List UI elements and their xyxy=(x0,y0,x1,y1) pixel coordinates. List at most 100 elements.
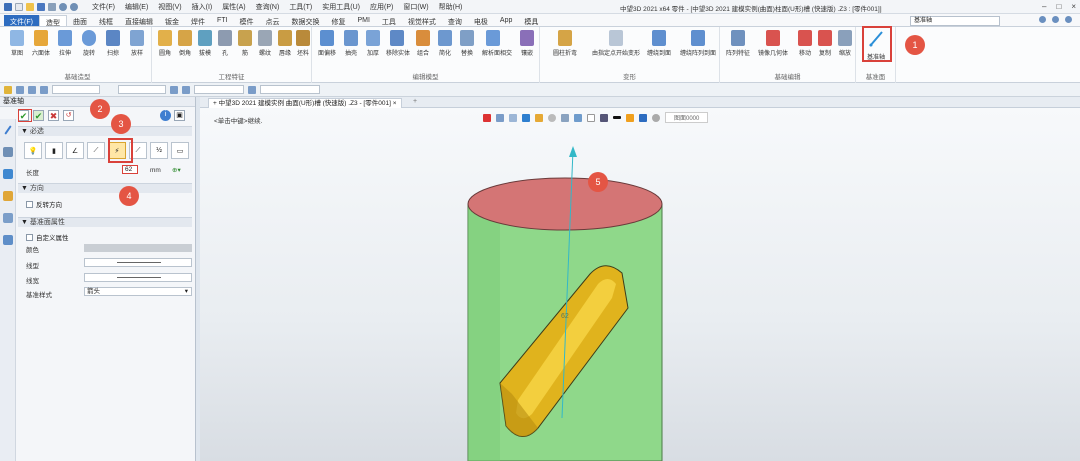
tab-surface[interactable]: 曲面 xyxy=(67,15,93,26)
fillet-button[interactable]: 圆角 xyxy=(154,30,176,57)
tab-electrode[interactable]: 电极 xyxy=(468,15,494,26)
top-face[interactable] xyxy=(467,177,663,231)
tab-pmi[interactable]: PMI xyxy=(351,15,375,26)
method-cylinder-icon[interactable]: ▮ xyxy=(45,142,63,159)
help-icon[interactable] xyxy=(1052,16,1059,23)
section-required[interactable]: ▼ 必选 xyxy=(18,126,192,136)
box-button[interactable]: 六面体 xyxy=(30,30,52,57)
cancel-icon[interactable]: ✖ xyxy=(48,109,59,121)
emboss-button[interactable]: 镶嵌 xyxy=(516,30,538,57)
move-button[interactable]: 移动 xyxy=(794,30,816,57)
pattern-feature-button[interactable]: 阵列特征 xyxy=(724,30,752,57)
reverse-direction-checkbox[interactable]: 反转方向 xyxy=(26,199,62,209)
layers-icon[interactable] xyxy=(2,191,13,201)
toolbar-icon[interactable] xyxy=(248,85,256,94)
view-icon[interactable] xyxy=(2,213,13,223)
document-tab[interactable]: + 中望3D 2021 建模实例 曲面(U形)槽 (快速版) .Z3 - [零件… xyxy=(208,98,402,108)
wrap-pattern-button[interactable]: 缠绕阵列到面 xyxy=(678,30,718,57)
3d-viewport[interactable]: <单击中键>继续. 图面0000 62 xyxy=(200,108,1080,461)
close-icon[interactable]: × xyxy=(393,100,397,107)
section-datum-props[interactable]: ▼ 基准面属性 xyxy=(18,217,192,227)
open-icon[interactable] xyxy=(26,2,34,11)
close-icon[interactable]: × xyxy=(1071,2,1076,11)
tab-repair[interactable]: 修复 xyxy=(325,15,351,26)
minimize-icon[interactable]: – xyxy=(1042,2,1046,11)
linetype-select[interactable] xyxy=(84,258,192,267)
filter-select[interactable] xyxy=(52,85,100,94)
mirror-geometry-button[interactable]: 镜像几何体 xyxy=(756,30,790,57)
tab-modeling[interactable]: 造型 xyxy=(38,15,67,27)
wrap-to-face-button[interactable]: 缠绕到面 xyxy=(644,30,674,57)
length-options-icon[interactable]: ⊕▾ xyxy=(172,166,181,174)
apply-icon[interactable]: ✔ xyxy=(33,109,44,121)
linewidth-select[interactable] xyxy=(84,273,192,282)
thread-button[interactable]: 螺纹 xyxy=(254,30,276,57)
snap-select[interactable] xyxy=(194,85,244,94)
loft-button[interactable]: 放样 xyxy=(126,30,148,57)
stock-button[interactable]: 坯料 xyxy=(292,30,314,57)
select-icon[interactable] xyxy=(16,85,24,94)
reset-icon[interactable]: ↺ xyxy=(63,109,74,121)
length-unit[interactable]: mm xyxy=(150,167,161,174)
tab-direct-edit[interactable]: 直接编辑 xyxy=(119,15,159,26)
settings-icon[interactable] xyxy=(1065,16,1072,23)
tab-file[interactable]: 文件(F) xyxy=(4,15,39,26)
orientation-select[interactable] xyxy=(260,85,320,94)
point-deform-button[interactable]: 由指定点开始变形 xyxy=(588,30,644,57)
draft-button[interactable]: 拔模 xyxy=(194,30,216,57)
new-tab-icon[interactable]: + xyxy=(413,98,417,105)
shell-button[interactable]: 抽壳 xyxy=(340,30,362,57)
menu-apps[interactable]: 应用(P) xyxy=(370,2,393,12)
analytic-intersect-button[interactable]: 解析面相交 xyxy=(482,30,512,57)
new-icon[interactable] xyxy=(15,2,23,11)
method-ratio-icon[interactable]: ½ xyxy=(150,142,168,159)
print-icon[interactable] xyxy=(48,2,56,11)
tab-data-exchange[interactable]: 数据交换 xyxy=(285,15,325,26)
hole-button[interactable]: 孔 xyxy=(214,30,236,57)
search-icon[interactable] xyxy=(1039,16,1046,23)
history-icon[interactable] xyxy=(2,147,13,157)
pick-icon[interactable] xyxy=(28,85,36,94)
undo-icon[interactable] xyxy=(59,2,67,11)
method-point-icon[interactable]: 💡 xyxy=(24,142,42,159)
sketch-button[interactable]: 草图 xyxy=(6,30,28,57)
checkbox-box[interactable] xyxy=(26,233,33,241)
tab-mold-part[interactable]: 模件 xyxy=(233,15,259,26)
menu-window[interactable]: 窗口(W) xyxy=(403,2,428,12)
scale-button[interactable]: 缩放 xyxy=(834,30,856,57)
layer-select[interactable] xyxy=(118,85,166,94)
extrude-button[interactable]: 拉伸 xyxy=(54,30,76,57)
length-input[interactable]: 62 xyxy=(122,165,138,174)
menu-utilities[interactable]: 实用工具(U) xyxy=(322,2,360,12)
tab-visual-style[interactable]: 视觉样式 xyxy=(402,15,442,26)
info-icon[interactable]: i xyxy=(160,109,171,121)
tab-weldment[interactable]: 焊件 xyxy=(185,15,211,26)
tree-icon[interactable] xyxy=(2,169,13,179)
rib-button[interactable]: 筋 xyxy=(234,30,256,57)
simplify-button[interactable]: 简化 xyxy=(434,30,456,57)
menu-tools[interactable]: 工具(T) xyxy=(289,2,312,12)
redo-icon[interactable] xyxy=(70,2,78,11)
tab-wireframe[interactable]: 线框 xyxy=(93,15,119,26)
revolve-button[interactable]: 旋转 xyxy=(78,30,100,57)
tab-tools[interactable]: 工具 xyxy=(376,15,402,26)
checkbox-box[interactable] xyxy=(26,200,33,208)
menu-view[interactable]: 视图(V) xyxy=(158,2,181,12)
thicken-button[interactable]: 加厚 xyxy=(362,30,384,57)
datum-axis-arrow[interactable] xyxy=(569,146,577,157)
face-offset-button[interactable]: 面偏移 xyxy=(316,30,338,57)
save-icon[interactable] xyxy=(37,2,45,11)
remove-solid-button[interactable]: 移除实体 xyxy=(386,30,410,57)
menu-insert[interactable]: 插入(I) xyxy=(192,2,213,12)
tab-point-cloud[interactable]: 点云 xyxy=(259,15,285,26)
toolbar-icon[interactable] xyxy=(182,85,190,94)
tab-fti[interactable]: FTI xyxy=(211,15,234,26)
method-angle-icon[interactable]: ∠ xyxy=(66,142,84,159)
chamfer-button[interactable]: 倒角 xyxy=(174,30,196,57)
command-search-input[interactable]: 基准轴 xyxy=(910,16,1000,26)
maximize-icon[interactable]: □ xyxy=(1056,2,1061,11)
filter-icon[interactable] xyxy=(4,85,12,94)
menu-help[interactable]: 帮助(H) xyxy=(439,2,463,12)
section-direction[interactable]: ▼ 方向 xyxy=(18,183,192,193)
tab-app[interactable]: App xyxy=(494,15,518,26)
